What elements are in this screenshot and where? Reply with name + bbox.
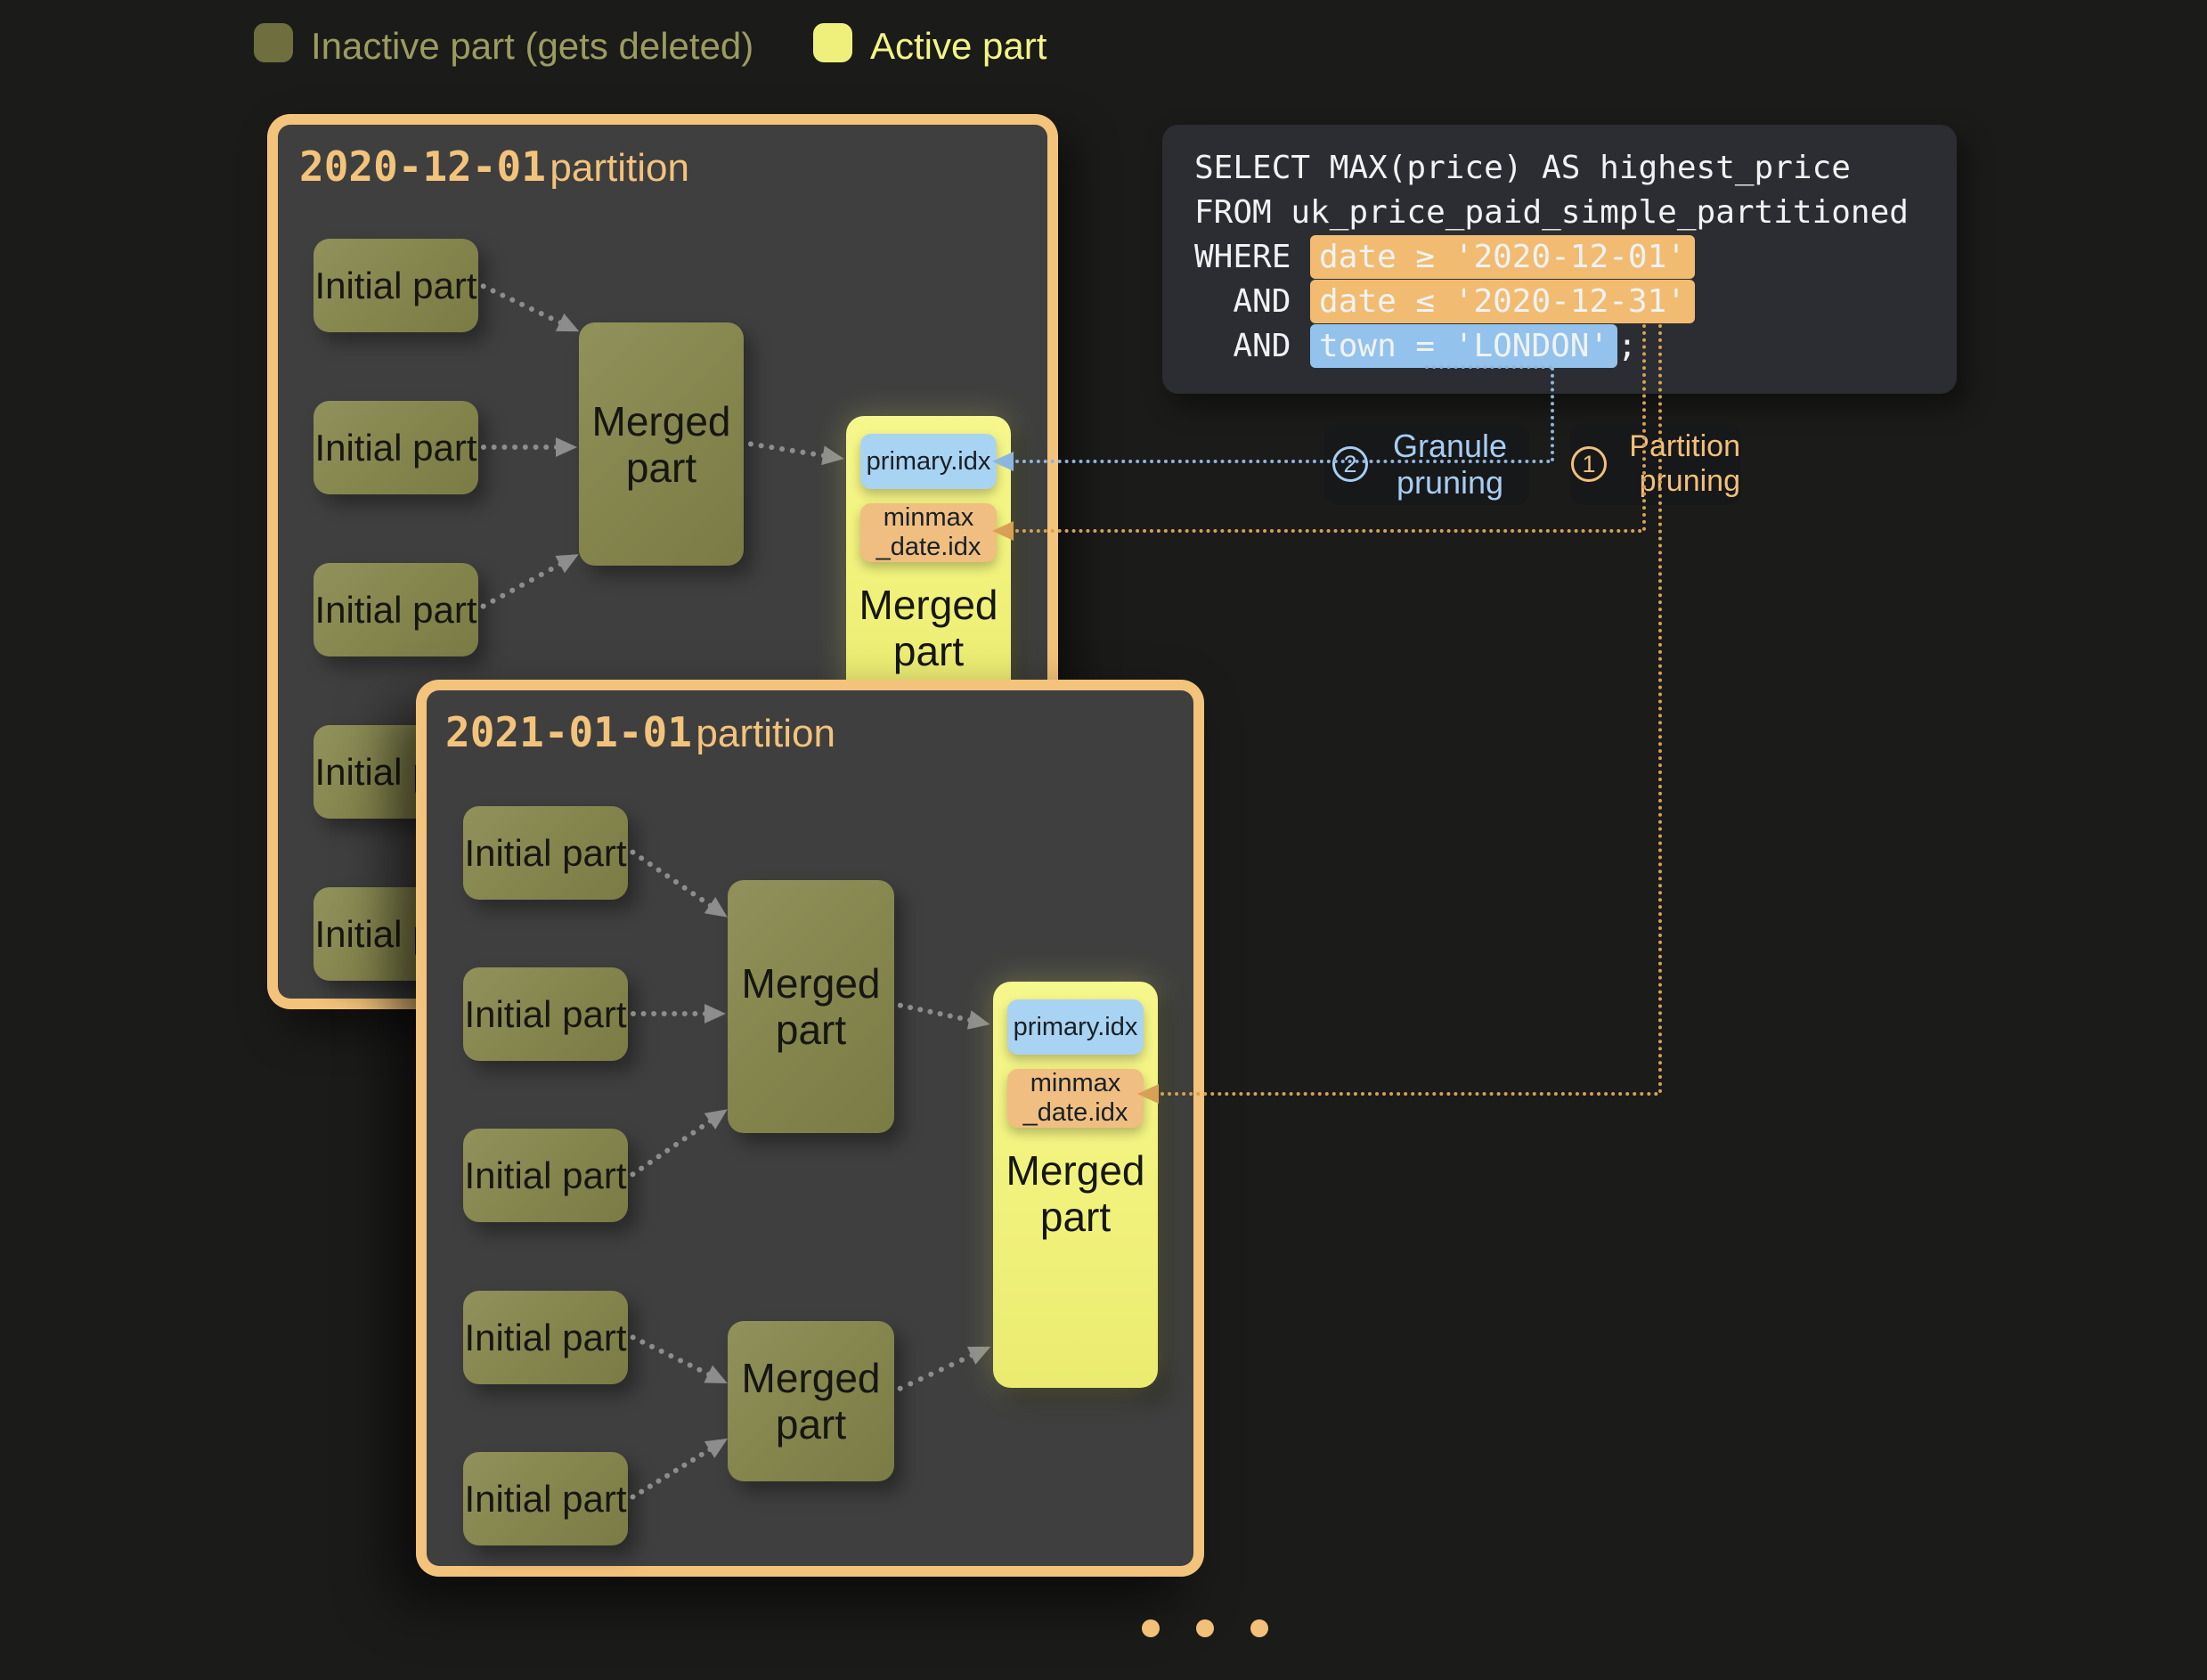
inactive-part-swatch-icon: [254, 23, 293, 62]
partition-pruning-connector-line-1: [1015, 529, 1642, 533]
merge-arrow-icon: [476, 275, 584, 341]
partition-pruning-connector-line-2: [1658, 324, 1662, 1094]
initial-part-label: Initial part: [464, 1317, 626, 1358]
active-merged-part: primary.idx minmax _date.idx Merged part: [993, 982, 1158, 1388]
granule-pruning-label: Granule pruning: [1379, 428, 1521, 501]
initial-part-label: Initial part: [464, 832, 626, 874]
merge-arrow-icon: [625, 1430, 734, 1508]
initial-part-label: Initial part: [314, 265, 476, 306]
partition-title-word: partition: [696, 712, 835, 755]
initial-part-label: Initial part: [464, 993, 626, 1035]
merge-arrow-icon: [481, 436, 577, 458]
sql-line-from: FROM uk_price_paid_simple_partitioned: [1194, 191, 1957, 235]
initial-part-label: Initial part: [314, 427, 476, 469]
sql-and-keyword: AND: [1194, 328, 1310, 364]
sql-and-keyword: AND: [1194, 283, 1310, 320]
minmax-date-idx-chip: minmax _date.idx: [1007, 1069, 1144, 1128]
initial-part-box: Initial part: [314, 401, 478, 494]
merge-arrow-icon: [476, 545, 583, 617]
sql-semicolon: ;: [1617, 328, 1637, 364]
minmax-date-idx-chip: minmax _date.idx: [860, 503, 997, 562]
initial-part-box: Initial part: [314, 563, 478, 657]
initial-part-box: Initial part: [463, 806, 628, 900]
partition-title-word: partition: [550, 146, 689, 190]
granule-pruning-badge: 2 Granule pruning: [1324, 423, 1529, 505]
merge-arrow-icon: [624, 1100, 733, 1185]
partition-pruning-diagram: Inactive part (gets deleted) Active part…: [0, 0, 2207, 1680]
sql-line-where: WHERE date ≥ '2020-12-01': [1194, 235, 1957, 280]
merge-arrow-icon: [746, 433, 845, 469]
sql-query-panel: SELECT MAX(price) AS highest_price FROM …: [1162, 125, 1957, 394]
active-part-swatch-icon: [813, 23, 852, 62]
partition-pruning-badge: 1 Partition pruning: [1570, 423, 1741, 505]
merged-part-label: Merged part: [579, 398, 744, 491]
merge-arrow-icon: [893, 1337, 995, 1399]
granule-pruning-connector-line: [1425, 365, 1552, 369]
partition-pruning-label: Partition pruning: [1614, 429, 1740, 499]
merged-part-label: Merged part: [728, 960, 894, 1053]
merge-arrow-icon: [626, 1326, 732, 1393]
initial-part-label: Initial part: [464, 1478, 626, 1520]
legend-inactive-label: Inactive part (gets deleted): [311, 25, 753, 68]
partition-date: 2020-12-01: [299, 143, 546, 191]
merged-part-box: Merged part: [728, 1321, 894, 1481]
granule-pruning-arrowhead-icon: [992, 452, 1014, 471]
sql-highlight-date-to: date ≤ '2020-12-31': [1310, 280, 1695, 323]
active-merged-part: primary.idx minmax _date.idx Merged part: [846, 416, 1011, 714]
sql-highlight-date-from: date ≥ '2020-12-01': [1310, 235, 1695, 279]
initial-part-box: Initial part: [463, 967, 628, 1061]
step-2-icon: 2: [1332, 446, 1368, 482]
sql-line-and-date: AND date ≤ '2020-12-31': [1194, 280, 1957, 324]
partition-pruning-connector-line-1: [1642, 324, 1646, 531]
initial-part-label: Initial part: [464, 1154, 626, 1196]
initial-part-box: Initial part: [463, 1452, 628, 1545]
active-merged-part-label: Merged part: [993, 1147, 1158, 1240]
partition-pruning-arrowhead-icon: [992, 521, 1014, 541]
initial-part-label: Initial part: [314, 589, 476, 631]
partition-pruning-arrowhead-icon: [1137, 1084, 1159, 1104]
merged-part-label: Merged part: [728, 1355, 894, 1448]
merge-arrow-icon: [624, 842, 733, 926]
pagination-dot-2[interactable]: [1196, 1619, 1214, 1637]
sql-line-and-town: AND town = 'LONDON';: [1194, 324, 1957, 369]
sql-where-keyword: WHERE: [1194, 239, 1310, 275]
partition-title: 2020-12-01 partition: [299, 143, 689, 191]
initial-part-box: Initial part: [463, 1291, 628, 1384]
sql-highlight-town: town = 'LONDON': [1310, 324, 1617, 368]
granule-pruning-connector-line: [1015, 460, 1551, 463]
active-merged-part-label: Merged part: [846, 582, 1011, 674]
sql-line-select: SELECT MAX(price) AS highest_price: [1194, 146, 1957, 191]
merged-part-box: Merged part: [579, 322, 744, 566]
partition-title: 2021-01-01 partition: [445, 708, 835, 756]
merge-arrow-icon: [896, 994, 993, 1035]
merge-arrow-icon: [631, 1003, 726, 1024]
initial-part-box: Initial part: [463, 1129, 628, 1222]
granule-pruning-connector-line: [1551, 367, 1554, 461]
partition-2021-01-01: 2021-01-01 partition Initial part Initia…: [416, 680, 1204, 1577]
step-1-icon: 1: [1571, 446, 1607, 482]
partition-date: 2021-01-01: [445, 708, 692, 756]
initial-part-box: Initial part: [314, 239, 478, 332]
merged-part-box: Merged part: [728, 880, 894, 1133]
pagination-dot-1[interactable]: [1142, 1619, 1160, 1637]
primary-idx-chip: primary.idx: [1007, 999, 1144, 1055]
partition-pruning-connector-line-2: [1161, 1092, 1658, 1096]
pagination-dot-3[interactable]: [1250, 1619, 1268, 1637]
legend-active-label: Active part: [870, 25, 1046, 68]
primary-idx-chip: primary.idx: [860, 434, 997, 489]
